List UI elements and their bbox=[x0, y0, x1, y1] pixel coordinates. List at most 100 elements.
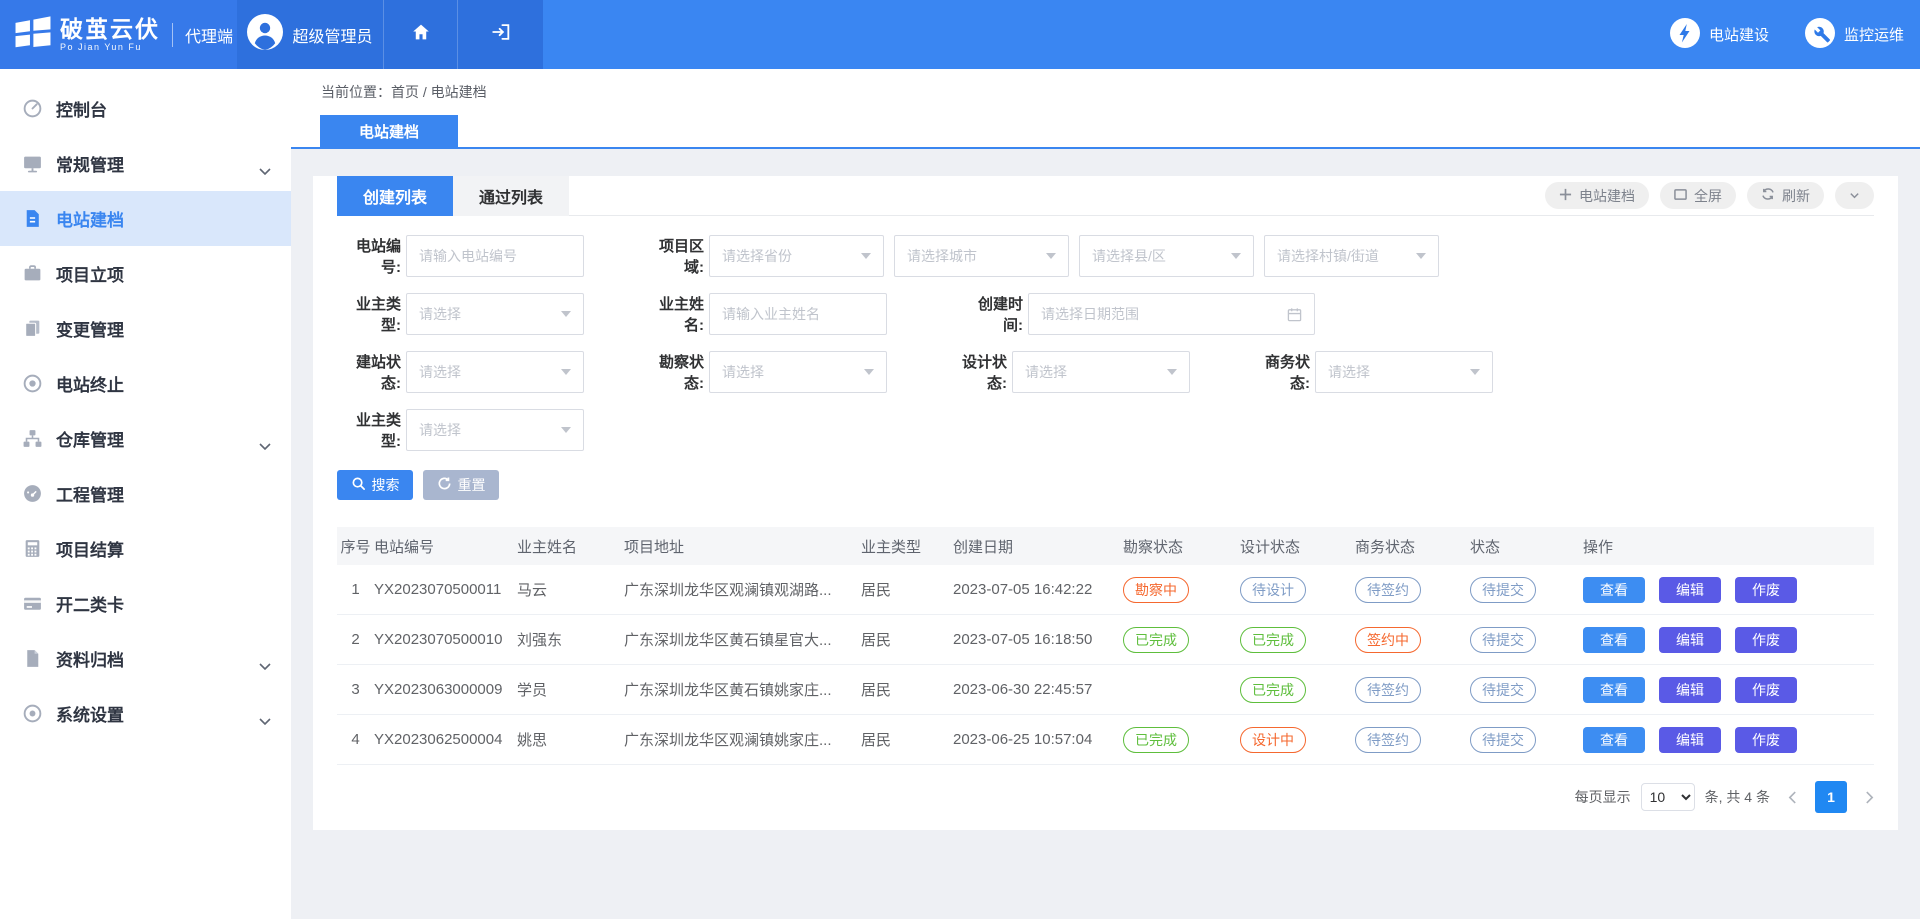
bolt-icon bbox=[1670, 18, 1700, 52]
status-badge: 已完成 bbox=[1240, 627, 1306, 653]
portal-label: 代理端 bbox=[172, 23, 233, 47]
status-badge: 待签约 bbox=[1355, 727, 1421, 753]
void-button[interactable]: 作废 bbox=[1735, 627, 1797, 653]
status-badge: 已完成 bbox=[1240, 677, 1306, 703]
edit-button[interactable]: 编辑 bbox=[1659, 577, 1721, 603]
owner-type2-label: 业主类型: bbox=[337, 409, 401, 451]
search-button[interactable]: 搜索 bbox=[337, 470, 413, 500]
settings-icon bbox=[22, 703, 44, 725]
city-select[interactable]: 请选择城市 bbox=[894, 235, 1069, 277]
sidebar-label: 仓库管理 bbox=[56, 426, 124, 451]
nav-monitor-ops[interactable]: 监控运维 bbox=[1805, 0, 1904, 69]
next-page-button[interactable] bbox=[1865, 791, 1874, 804]
reset-icon bbox=[437, 476, 452, 494]
sidebar-item-type2-card[interactable]: 开二类卡 bbox=[0, 576, 291, 631]
date-range-picker[interactable] bbox=[1028, 293, 1315, 335]
prev-page-button[interactable] bbox=[1788, 791, 1797, 804]
survey-status-select[interactable]: 请选择 bbox=[709, 351, 887, 393]
status-badge: 待设计 bbox=[1240, 577, 1306, 603]
chevron-down-icon bbox=[259, 160, 271, 180]
void-button[interactable]: 作废 bbox=[1735, 577, 1797, 603]
table-row: 1 YX2023070500011 马云 广东深圳龙华区观澜镇观湖路... 居民… bbox=[337, 565, 1874, 615]
sidebar-item-station-archive[interactable]: 电站建档 bbox=[0, 191, 291, 246]
owner-name-input[interactable] bbox=[722, 306, 874, 322]
status-badge: 待提交 bbox=[1470, 577, 1536, 603]
reset-button[interactable]: 重置 bbox=[423, 470, 499, 500]
caret-down-icon bbox=[561, 427, 571, 433]
county-select[interactable]: 请选择县/区 bbox=[1079, 235, 1254, 277]
survey-status-label: 勘察状态: bbox=[640, 351, 704, 393]
monitor-icon bbox=[22, 153, 44, 175]
per-page-select[interactable]: 10 bbox=[1641, 783, 1695, 811]
refresh-button[interactable]: 刷新 bbox=[1747, 182, 1824, 209]
nav-station-build[interactable]: 电站建设 bbox=[1670, 0, 1769, 69]
logout-icon bbox=[490, 21, 512, 48]
build-status-label: 建站状态: bbox=[337, 351, 401, 393]
logo-mark-icon bbox=[14, 15, 52, 54]
sidebar-item-data-archive[interactable]: 资料归档 bbox=[0, 631, 291, 686]
refresh-icon bbox=[1761, 187, 1775, 204]
fullscreen-icon bbox=[1674, 188, 1687, 204]
sidebar-label: 电站终止 bbox=[56, 371, 124, 396]
create-station-button[interactable]: 电站建档 bbox=[1545, 182, 1649, 209]
sidebar-label: 变更管理 bbox=[56, 316, 124, 341]
sidebar-item-project-settlement[interactable]: 项目结算 bbox=[0, 521, 291, 576]
sidebar-item-station-terminate[interactable]: 电站终止 bbox=[0, 356, 291, 411]
sidebar-item-project-initiation[interactable]: 项目立项 bbox=[0, 246, 291, 301]
edit-button[interactable]: 编辑 bbox=[1659, 727, 1721, 753]
view-button[interactable]: 查看 bbox=[1583, 577, 1645, 603]
page-tab-strip: 电站建档 bbox=[291, 115, 1920, 149]
business-status-select[interactable]: 请选择 bbox=[1315, 351, 1493, 393]
date-range-input[interactable] bbox=[1041, 306, 1279, 322]
station-no-input-wrap bbox=[406, 235, 584, 277]
sitemap-icon bbox=[22, 428, 44, 450]
page-1-button[interactable]: 1 bbox=[1815, 781, 1847, 813]
tab-passed-list[interactable]: 通过列表 bbox=[453, 176, 569, 216]
fullscreen-button[interactable]: 全屏 bbox=[1660, 182, 1736, 209]
sidebar-label: 项目结算 bbox=[56, 536, 124, 561]
void-button[interactable]: 作废 bbox=[1735, 677, 1797, 703]
owner-type-label: 业主类型: bbox=[337, 293, 401, 335]
home-button[interactable] bbox=[383, 0, 457, 69]
edit-button[interactable]: 编辑 bbox=[1659, 627, 1721, 653]
province-select[interactable]: 请选择省份 bbox=[709, 235, 884, 277]
status-badge: 待提交 bbox=[1470, 677, 1536, 703]
owner-type-select[interactable]: 请选择 bbox=[406, 293, 584, 335]
build-status-select[interactable]: 请选择 bbox=[406, 351, 584, 393]
user-name: 超级管理员 bbox=[292, 23, 372, 47]
current-user[interactable]: 超级管理员 bbox=[237, 0, 383, 69]
per-page-label: 每页显示 bbox=[1575, 787, 1631, 807]
sidebar-item-engineering-mgmt[interactable]: 工程管理 bbox=[0, 466, 291, 521]
card-icon bbox=[22, 593, 44, 615]
town-select[interactable]: 请选择村镇/街道 bbox=[1264, 235, 1439, 277]
table-row: 4 YX2023062500004 姚思 广东深圳龙华区观澜镇姚家庄... 居民… bbox=[337, 715, 1874, 765]
caret-down-icon bbox=[561, 311, 571, 317]
caret-down-icon bbox=[861, 253, 871, 259]
station-no-input[interactable] bbox=[419, 248, 571, 264]
sidebar-item-system-settings[interactable]: 系统设置 bbox=[0, 686, 291, 741]
records-table: 序号电站编号 业主姓名项目地址 业主类型创建日期 勘察状态设计状态 商务状态状态… bbox=[337, 527, 1874, 765]
calculator-icon bbox=[22, 538, 44, 560]
sidebar-item-warehouse-mgmt[interactable]: 仓库管理 bbox=[0, 411, 291, 466]
page-tab-station-archive[interactable]: 电站建档 bbox=[320, 115, 458, 147]
view-button[interactable]: 查看 bbox=[1583, 727, 1645, 753]
sidebar-item-console[interactable]: 控制台 bbox=[0, 81, 291, 136]
view-button[interactable]: 查看 bbox=[1583, 627, 1645, 653]
owner-type2-select[interactable]: 请选择 bbox=[406, 409, 584, 451]
avatar bbox=[247, 14, 283, 55]
caret-down-icon bbox=[1231, 253, 1241, 259]
collapse-toolbar-button[interactable] bbox=[1835, 182, 1874, 209]
sidebar-item-general-mgmt[interactable]: 常规管理 bbox=[0, 136, 291, 191]
void-button[interactable]: 作废 bbox=[1735, 727, 1797, 753]
logout-button[interactable] bbox=[457, 0, 543, 69]
status-badge: 设计中 bbox=[1240, 727, 1306, 753]
caret-down-icon bbox=[1167, 369, 1177, 375]
total-count-label: 条, 共 4 条 bbox=[1705, 787, 1770, 807]
edit-button[interactable]: 编辑 bbox=[1659, 677, 1721, 703]
nav-station-build-label: 电站建设 bbox=[1709, 24, 1769, 45]
owner-name-label: 业主姓名: bbox=[640, 293, 704, 335]
sidebar-item-change-mgmt[interactable]: 变更管理 bbox=[0, 301, 291, 356]
design-status-select[interactable]: 请选择 bbox=[1012, 351, 1190, 393]
view-button[interactable]: 查看 bbox=[1583, 677, 1645, 703]
tab-create-list[interactable]: 创建列表 bbox=[337, 176, 453, 216]
